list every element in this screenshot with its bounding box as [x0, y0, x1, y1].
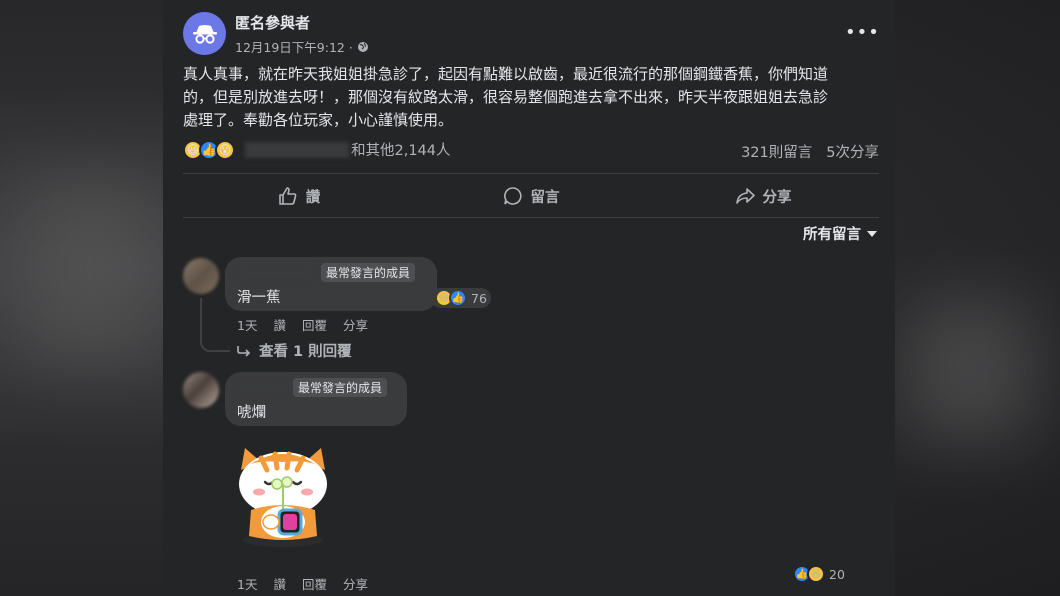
- more-options-button[interactable]: •••: [845, 22, 880, 43]
- caret-down-icon: [867, 230, 877, 237]
- incognito-icon: [192, 24, 217, 44]
- orange-cat-sticker[interactable]: [231, 440, 335, 548]
- view-replies-label: 查看 1 則回覆: [259, 344, 352, 360]
- comment-reactions[interactable]: 😆 👍 76: [431, 288, 491, 308]
- comment-actions: 1天 讚 回覆 分享: [237, 315, 368, 334]
- commenter-avatar[interactable]: [183, 258, 219, 294]
- facebook-post: 匿名參與者 12月19日下午9:12 · ••• 真人真事，就在昨天我姐姐掛急診…: [163, 0, 895, 596]
- share-button[interactable]: 分享: [647, 176, 879, 216]
- comment-reaction-count: 20: [829, 566, 845, 582]
- reply-arrow-icon: [237, 345, 251, 357]
- share-arrow-icon: [735, 188, 755, 204]
- reaction-others-text: 和其他2,144人: [351, 143, 451, 159]
- blurred-commenter-name[interactable]: [237, 264, 315, 281]
- reply-thread-line: [200, 298, 230, 352]
- post-body-line: 的，但是別放進去呀！，那個沒有紋路太滑，很容易整個跑進去拿不出來，昨天半夜跟姐姐…: [183, 88, 829, 106]
- blurred-commenter-name[interactable]: [237, 379, 287, 396]
- blurred-background-left: [30, 180, 150, 360]
- engagement-counts: 321則留言 5次分享: [741, 141, 879, 162]
- wow-reaction-icon: 😮: [215, 139, 235, 160]
- comment-like-link[interactable]: 讚: [273, 315, 286, 334]
- blurred-reactor-names: [245, 141, 349, 158]
- comment-share-link[interactable]: 分享: [343, 574, 368, 593]
- reaction-summary[interactable]: 😆 👍 😮 和其他2,144人: [183, 139, 451, 160]
- share-count-link[interactable]: 5次分享: [826, 141, 879, 162]
- divider: [183, 217, 879, 218]
- comment-share-link[interactable]: 分享: [343, 315, 368, 334]
- post-meta: 12月19日下午9:12 ·: [235, 37, 369, 56]
- comment-reactions[interactable]: 👍 😆 20: [789, 564, 849, 584]
- comment-button[interactable]: 留言: [415, 176, 647, 216]
- comment-actions: 1天 讚 回覆 分享: [237, 574, 368, 593]
- haha-reaction-icon: 😆: [807, 565, 825, 583]
- speech-bubble-icon: [503, 187, 522, 205]
- like-button-label: 讚: [305, 189, 321, 206]
- divider: [183, 173, 879, 174]
- comment-header: 最常發言的成員: [237, 263, 425, 282]
- like-reaction-icon: 👍: [449, 289, 467, 307]
- comment-text: 滑一蕉: [237, 290, 281, 306]
- comment-reply-link[interactable]: 回覆: [302, 574, 327, 593]
- comment-age[interactable]: 1天: [237, 315, 257, 334]
- commenter-avatar[interactable]: [183, 372, 219, 408]
- comment-reply-link[interactable]: 回覆: [302, 315, 327, 334]
- post-action-bar: 讚 留言 分享: [183, 176, 879, 216]
- post-timestamp[interactable]: 12月19日下午9:12 ·: [235, 37, 353, 56]
- comment-bubble: 最常發言的成員 滑一蕉: [225, 257, 437, 311]
- view-replies-link[interactable]: 查看 1 則回覆: [237, 340, 352, 361]
- thumbs-up-icon: [278, 187, 297, 205]
- top-fan-badge: 最常發言的成員: [293, 378, 388, 397]
- comment-count-link[interactable]: 321則留言: [741, 141, 812, 162]
- post-body: 真人真事，就在昨天我姐姐掛急診了，起因有點難以啟齒，最近很流行的那個鋼鐵香蕉，你…: [183, 63, 883, 132]
- like-button[interactable]: 讚: [183, 176, 415, 216]
- anonymous-avatar[interactable]: [183, 12, 226, 55]
- comment-reaction-count: 76: [471, 290, 487, 306]
- post-body-line: 真人真事，就在昨天我姐姐掛急診了，起因有點難以啟齒，最近很流行的那個鋼鐵香蕉，你…: [183, 65, 829, 83]
- share-button-label: 分享: [762, 189, 792, 206]
- comment-sort-label: 所有留言: [803, 227, 861, 243]
- comment-bubble: 最常發言的成員 唬爛: [225, 372, 407, 426]
- comment-like-link[interactable]: 讚: [273, 574, 286, 593]
- comment-text: 唬爛: [237, 405, 266, 421]
- globe-icon: [357, 41, 368, 52]
- post-author[interactable]: 匿名參與者: [235, 12, 310, 33]
- post-body-line: 處理了。奉勸各位玩家，小心謹慎使用。: [183, 111, 454, 129]
- comment-header: 最常發言的成員: [237, 378, 395, 397]
- blurred-background-right: [905, 300, 1035, 440]
- comment-sort-dropdown[interactable]: 所有留言: [803, 223, 877, 244]
- comment-age[interactable]: 1天: [237, 574, 257, 593]
- comment-button-label: 留言: [530, 189, 560, 206]
- top-fan-badge: 最常發言的成員: [321, 263, 416, 282]
